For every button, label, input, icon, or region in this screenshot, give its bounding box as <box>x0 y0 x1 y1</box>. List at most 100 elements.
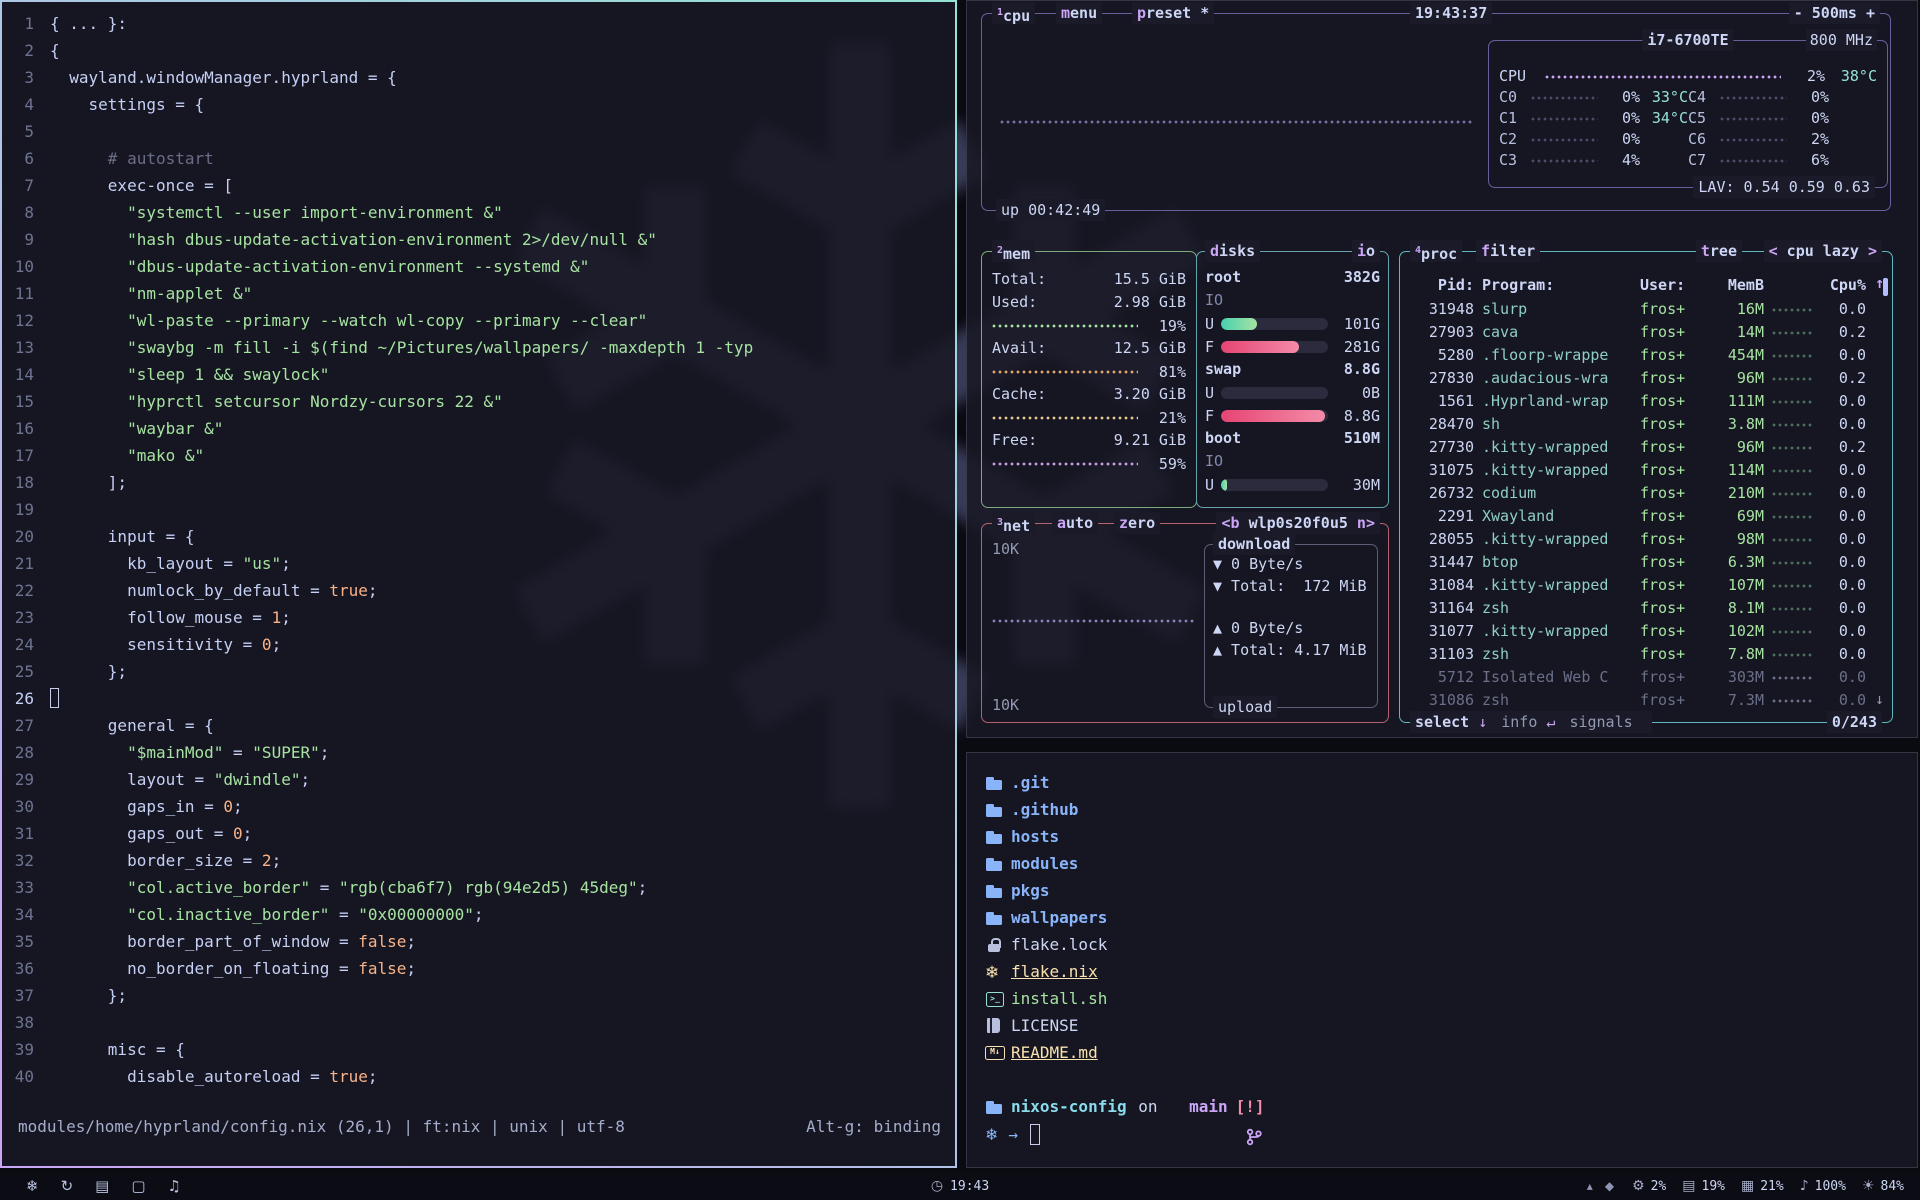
editor-line[interactable]: 16 "waybar &" <box>10 415 955 442</box>
editor-line[interactable]: 22 numlock_by_default = true; <box>10 577 955 604</box>
editor-line[interactable]: 24 sensitivity = 0; <box>10 631 955 658</box>
editor-line[interactable]: 30 gaps_in = 0; <box>10 793 955 820</box>
process-table-header[interactable]: Pid: Program: User: MemB Cpu% <box>1412 274 1866 297</box>
net-interface-selector[interactable]: <b wlp0s20f0u5 n> <box>1216 512 1380 534</box>
process-row[interactable]: 31447btopfros+6.3M0.0 <box>1412 551 1866 574</box>
tray-app-icon[interactable]: ◆ <box>1605 1179 1614 1193</box>
editor-line[interactable]: 28 "$mainMod" = "SUPER"; <box>10 739 955 766</box>
editor-line[interactable]: 32 border_size = 2; <box>10 847 955 874</box>
power-icon[interactable]: ↻ <box>61 1177 74 1195</box>
process-row[interactable]: 31103zshfros+7.8M0.0 <box>1412 643 1866 666</box>
brightness[interactable]: ☀84% <box>1862 1178 1904 1194</box>
editor-line[interactable]: 38 <box>10 1009 955 1036</box>
process-row[interactable]: 31077.kitty-wrappedfros+102M0.0 <box>1412 620 1866 643</box>
editor-line[interactable]: 10 "dbus-update-activation-environment -… <box>10 253 955 280</box>
editor-line[interactable]: 5 <box>10 118 955 145</box>
editor-line[interactable]: 36 no_border_on_floating = false; <box>10 955 955 982</box>
process-row[interactable]: 27903cavafros+14M0.2 <box>1412 321 1866 344</box>
editor-line[interactable]: 15 "hyprctl setcursor Nordzy-cursors 22 … <box>10 388 955 415</box>
process-row[interactable]: 31075.kitty-wrappedfros+114M0.0 <box>1412 459 1866 482</box>
clipboard-icon[interactable]: ▤ <box>95 1177 109 1195</box>
editor-line[interactable]: 35 border_part_of_window = false; <box>10 928 955 955</box>
btop-window[interactable]: 1cpu menu preset * 19:43:37 - 500ms + i7… <box>966 0 1918 738</box>
editor-line[interactable]: 6 # autostart <box>10 145 955 172</box>
process-row[interactable]: 1561.Hyprland-wrapfros+111M0.0 <box>1412 390 1866 413</box>
code-text: }; <box>50 658 127 685</box>
editor-line[interactable]: 18 ]; <box>10 469 955 496</box>
file-name: .github <box>1011 796 1078 823</box>
tray-arrow-icon[interactable]: ▴ <box>1587 1179 1593 1193</box>
refresh-interval-control[interactable]: - 500ms + <box>1789 2 1880 24</box>
editor-line[interactable]: 21 kb_layout = "us"; <box>10 550 955 577</box>
net-auto-button[interactable]: auto <box>1052 512 1098 534</box>
volume[interactable]: ♪100% <box>1800 1178 1846 1194</box>
menu-button[interactable]: menu <box>1056 2 1102 24</box>
editor-line[interactable]: 27 general = { <box>10 712 955 739</box>
code-text: input = { <box>50 523 195 550</box>
editor-line[interactable]: 8 "systemctl --user import-environment &… <box>10 199 955 226</box>
process-row[interactable]: 27830.audacious-wrafros+96M0.2 <box>1412 367 1866 390</box>
editor-line[interactable]: 13 "swaybg -m fill -i $(find ~/Pictures/… <box>10 334 955 361</box>
cpu-frequency: 800 MHz <box>1806 29 1877 51</box>
process-row[interactable]: 31948slurpfros+16M0.0 <box>1412 298 1866 321</box>
editor-line[interactable]: 39 misc = { <box>10 1036 955 1063</box>
process-row[interactable]: 5712Isolated Web Cfros+303M0.0 <box>1412 666 1866 689</box>
editor-line[interactable]: 11 "nm-applet &" <box>10 280 955 307</box>
editor-line[interactable]: 9 "hash dbus-update-activation-environme… <box>10 226 955 253</box>
editor-line[interactable]: 1{ ... }: <box>10 10 955 37</box>
editor-line[interactable]: 25 }; <box>10 658 955 685</box>
editor-line[interactable]: 33 "col.active_border" = "rgb(cba6f7) rg… <box>10 874 955 901</box>
tree-toggle-button[interactable]: tree <box>1696 240 1742 262</box>
process-row[interactable]: 28055.kitty-wrappedfros+98M0.0 <box>1412 528 1866 551</box>
process-row[interactable]: 28470shfros+3.8M0.0 <box>1412 413 1866 436</box>
code-text: sensitivity = 0; <box>50 631 281 658</box>
editor-line[interactable]: 2{ <box>10 37 955 64</box>
process-row[interactable]: 2291Xwaylandfros+69M0.0 <box>1412 505 1866 528</box>
editor-line[interactable]: 29 layout = "dwindle"; <box>10 766 955 793</box>
folder-icon <box>985 800 1011 820</box>
shell-input-line[interactable]: ❄ → <box>967 1120 1917 1149</box>
editor-line[interactable]: 12 "wl-paste --primary --watch wl-copy -… <box>10 307 955 334</box>
cpu-core-row: C20%C62% <box>1499 129 1877 150</box>
process-row[interactable]: 5280.floorp-wrappefros+454M0.0 <box>1412 344 1866 367</box>
terminal-window[interactable]: .git.githubhostsmodulespkgswallpapersfla… <box>966 752 1918 1168</box>
editor-line[interactable]: 26 <box>10 685 955 712</box>
music-icon[interactable]: ♫ <box>168 1177 181 1195</box>
io-mode-button[interactable]: io <box>1352 240 1380 262</box>
editor-line[interactable]: 23 follow_mouse = 1; <box>10 604 955 631</box>
process-row[interactable]: 27730.kitty-wrappedfros+96M0.2 <box>1412 436 1866 459</box>
editor-line[interactable]: 40 disable_autoreload = true; <box>10 1063 955 1090</box>
editor-buffer[interactable]: 1{ ... }:2{3 wayland.windowManager.hyprl… <box>2 2 955 1090</box>
editor-line[interactable]: 19 <box>10 496 955 523</box>
scroll-down-arrow[interactable]: ↓ <box>1875 690 1884 708</box>
nix-launcher-icon[interactable]: ❄ <box>26 1177 39 1195</box>
editor-line[interactable]: 37 }; <box>10 982 955 1009</box>
editor-line[interactable]: 7 exec-once = [ <box>10 172 955 199</box>
cpu-total-meter: CPU 2% 38°C <box>1499 66 1877 87</box>
editor-line[interactable]: 17 "mako &" <box>10 442 955 469</box>
line-number: 14 <box>10 361 50 388</box>
waybar-clock[interactable]: ◷ 19:43 <box>931 1178 989 1194</box>
filter-button[interactable]: filter <box>1476 240 1540 262</box>
editor-line[interactable]: 31 gaps_out = 0; <box>10 820 955 847</box>
editor-line[interactable]: 3 wayland.windowManager.hyprland = { <box>10 64 955 91</box>
system-tray[interactable]: ▴◆ <box>1587 1179 1614 1193</box>
disk-usage[interactable]: ▦21% <box>1741 1178 1784 1194</box>
process-row[interactable]: 31086zshfros+7.3M0.0 <box>1412 689 1866 712</box>
net-zero-button[interactable]: zero <box>1114 512 1160 534</box>
process-scrollbar[interactable] <box>1883 278 1888 296</box>
sort-mode-selector[interactable]: < cpu lazy > <box>1764 240 1882 262</box>
editor-window[interactable]: 1{ ... }:2{3 wayland.windowManager.hyprl… <box>0 0 957 1168</box>
editor-line[interactable]: 34 "col.inactive_border" = "0x00000000"; <box>10 901 955 928</box>
net-scale-top: 10K <box>992 540 1019 558</box>
memory-usage[interactable]: ▤19% <box>1682 1178 1725 1194</box>
process-row[interactable]: 26732codiumfros+210M0.0 <box>1412 482 1866 505</box>
editor-line[interactable]: 14 "sleep 1 && swaylock" <box>10 361 955 388</box>
process-row[interactable]: 31084.kitty-wrappedfros+107M0.0 <box>1412 574 1866 597</box>
cpu-usage[interactable]: ⚙2% <box>1632 1178 1666 1194</box>
process-row[interactable]: 31164zshfros+8.1M0.0 <box>1412 597 1866 620</box>
editor-line[interactable]: 20 input = { <box>10 523 955 550</box>
editor-line[interactable]: 4 settings = { <box>10 91 955 118</box>
preset-button[interactable]: preset * <box>1132 2 1214 24</box>
display-icon[interactable]: ▢ <box>131 1177 145 1195</box>
